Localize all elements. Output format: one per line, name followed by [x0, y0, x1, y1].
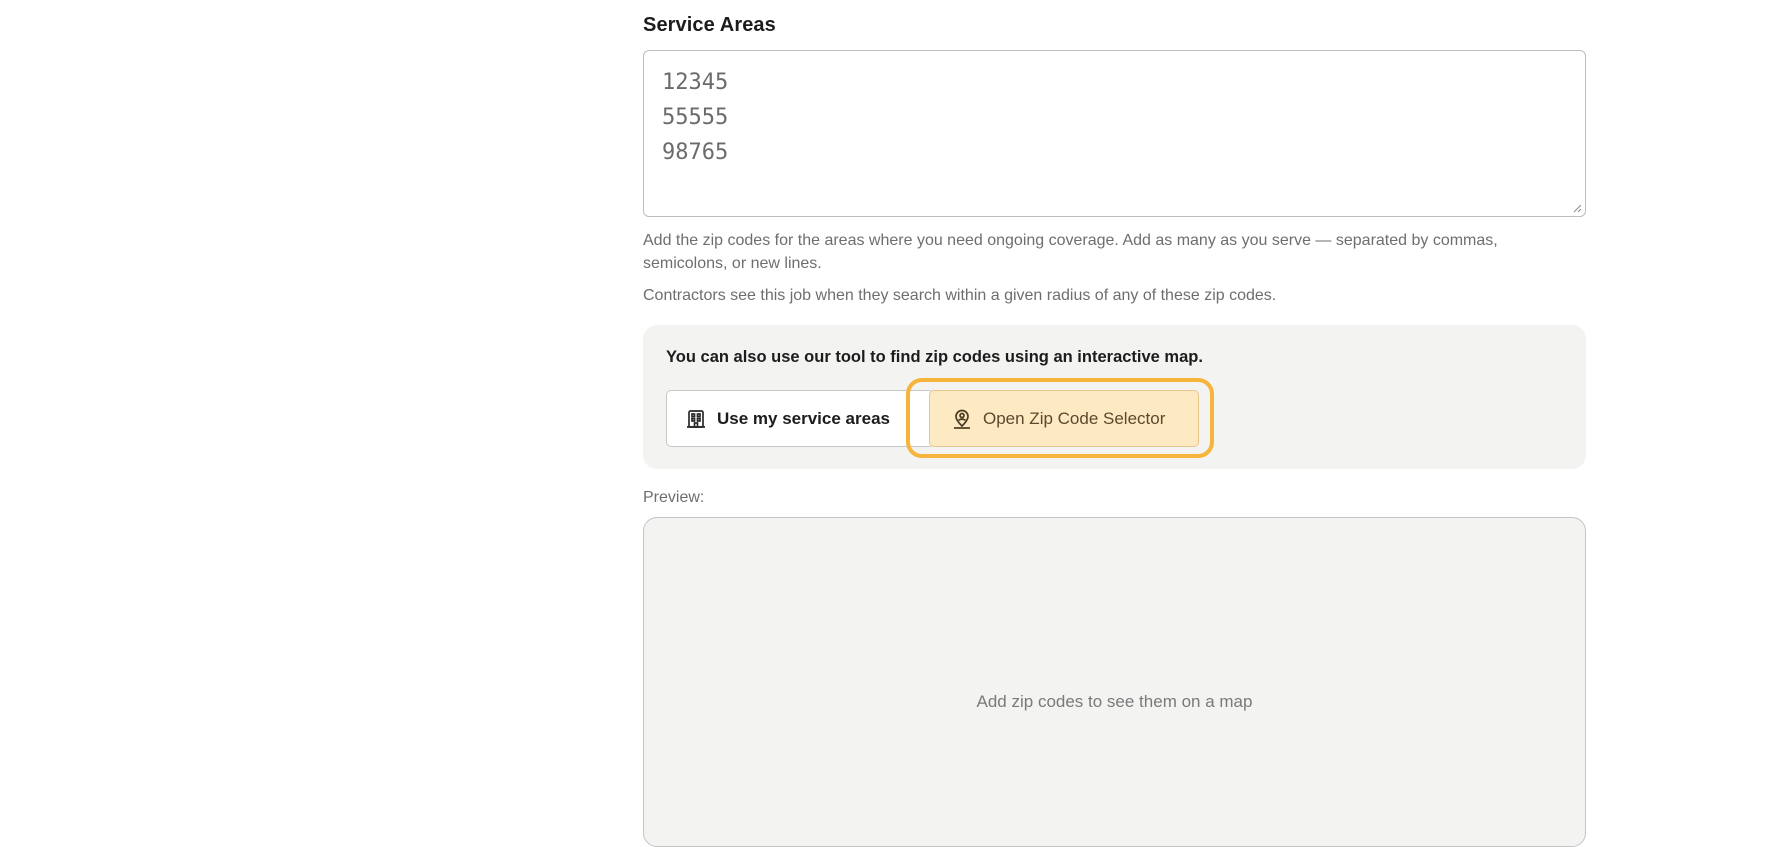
zip-tool-panel: You can also use our tool to find zip co… — [643, 325, 1586, 469]
use-my-service-areas-button[interactable]: Use my service areas — [666, 390, 934, 447]
open-zip-code-selector-button[interactable]: Open Zip Code Selector — [929, 390, 1199, 447]
preview-empty-message: Add zip codes to see them on a map — [976, 692, 1253, 711]
map-pin-person-icon — [951, 408, 973, 430]
zip-codes-help-text: Add the zip codes for the areas where yo… — [643, 232, 1498, 272]
preview-label: Preview: — [643, 489, 705, 506]
zip-tool-intro: You can also use our tool to find zip co… — [666, 348, 1203, 366]
zip-codes-radius-note: Contractors see this job when they searc… — [643, 287, 1277, 304]
section-title: Service Areas — [643, 14, 776, 36]
resize-grip-icon[interactable] — [1572, 203, 1582, 213]
zip-codes-textarea[interactable]: 12345 55555 98765 — [643, 50, 1586, 217]
building-icon — [685, 408, 707, 430]
preview-map[interactable]: Add zip codes to see them on a map — [643, 517, 1586, 847]
use-my-service-areas-label: Use my service areas — [717, 408, 890, 428]
open-zip-code-selector-label: Open Zip Code Selector — [983, 408, 1166, 428]
